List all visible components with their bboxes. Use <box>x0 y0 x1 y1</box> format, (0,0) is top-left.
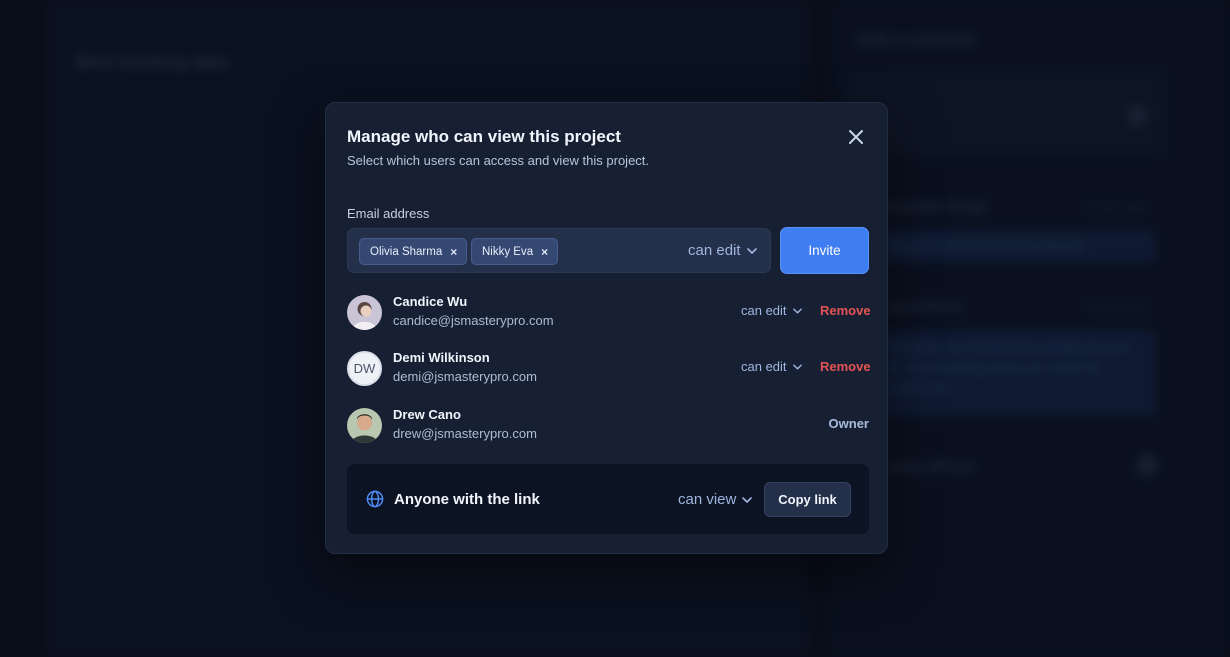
dialog-subtitle: Select which users can access and view t… <box>347 153 650 168</box>
link-sharing-label: Anyone with the link <box>394 491 540 508</box>
user-email: candice@jsmasterypro.com <box>393 313 554 328</box>
permission-label: can edit <box>741 303 787 318</box>
close-icon <box>849 130 863 144</box>
chip-label: Olivia Sharma <box>370 245 443 258</box>
avatar <box>347 295 382 330</box>
close-button[interactable] <box>844 125 868 149</box>
link-sharing-panel: Anyone with the link can view Copy link <box>347 464 869 534</box>
email-label: Email address <box>347 206 430 221</box>
remove-user-button[interactable]: Remove <box>820 303 871 318</box>
user-name: Demi Wilkinson <box>393 350 490 365</box>
user-name: Candice Wu <box>393 294 468 309</box>
chevron-down-icon <box>746 247 757 254</box>
invite-permission-select[interactable]: can edit <box>688 242 757 259</box>
user-name: Drew Cano <box>393 407 461 422</box>
link-permission-select[interactable]: can view <box>678 491 753 508</box>
copy-link-button[interactable]: Copy link <box>764 482 851 517</box>
dialog-title: Manage who can view this project <box>347 127 621 146</box>
user-row: Drew Cano drew@jsmasterypro.com Owner <box>347 406 869 446</box>
user-permission-select[interactable]: can edit <box>741 359 802 374</box>
permission-label: can edit <box>741 359 787 374</box>
user-row: Candice Wu candice@jsmasterypro.com can … <box>347 293 871 333</box>
owner-badge: Owner <box>828 416 869 431</box>
user-permission-select[interactable]: can edit <box>741 303 802 318</box>
email-chip: Nikky Eva × <box>471 238 559 265</box>
chevron-down-icon <box>792 363 802 370</box>
chip-remove-icon[interactable]: × <box>450 245 457 259</box>
chevron-down-icon <box>792 307 802 314</box>
email-chip: Olivia Sharma × <box>359 238 468 265</box>
avatar: DW <box>347 351 382 386</box>
chip-remove-icon[interactable]: × <box>541 245 548 259</box>
permission-label: can view <box>678 491 737 508</box>
user-row: DW Demi Wilkinson demi@jsmasterypro.com … <box>347 349 871 389</box>
user-email: demi@jsmasterypro.com <box>393 369 537 384</box>
user-email: drew@jsmasterypro.com <box>393 426 537 441</box>
permission-label: can edit <box>688 242 741 259</box>
invite-button[interactable]: Invite <box>780 227 869 274</box>
share-dialog: Manage who can view this project Select … <box>325 102 888 554</box>
remove-user-button[interactable]: Remove <box>820 359 871 374</box>
chip-label: Nikky Eva <box>482 245 534 258</box>
avatar <box>347 408 382 443</box>
email-input[interactable]: Olivia Sharma × Nikky Eva × can edit <box>347 228 771 273</box>
chevron-down-icon <box>742 496 753 503</box>
globe-icon <box>366 490 384 508</box>
